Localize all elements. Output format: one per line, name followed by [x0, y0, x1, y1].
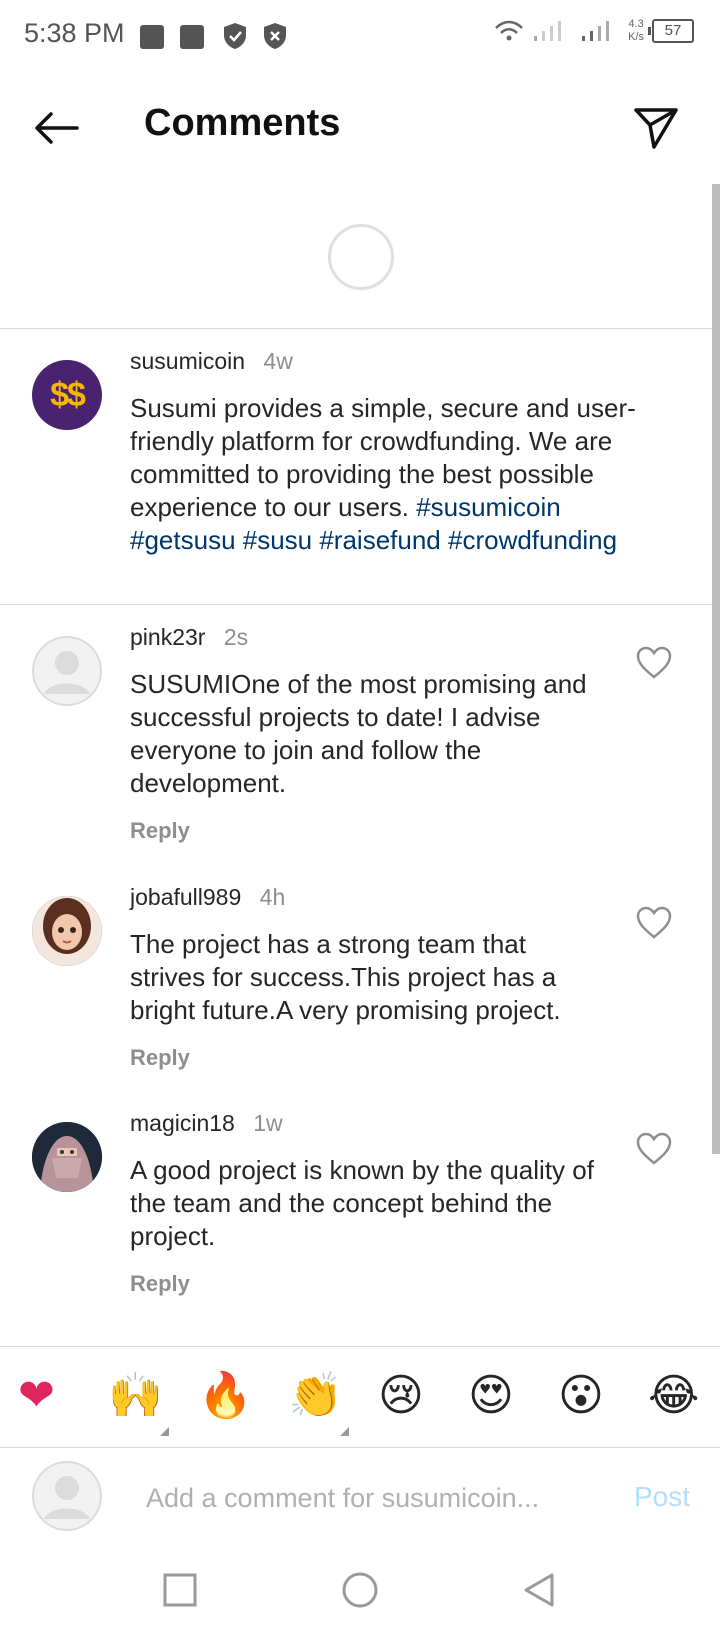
reply-button[interactable]: Reply	[130, 1271, 600, 1297]
comment-meta: jobafull989 4h	[130, 884, 600, 914]
post-button[interactable]: Post	[634, 1481, 690, 1513]
scrollbar[interactable]	[712, 184, 720, 1154]
notification-icon	[180, 25, 204, 49]
comment-composer: Post	[0, 1447, 720, 1547]
wifi-icon	[495, 20, 523, 41]
skin-tone-indicator-icon	[160, 1427, 169, 1436]
reply-button[interactable]: Reply	[130, 1045, 600, 1071]
username[interactable]: magicin18	[130, 1110, 235, 1136]
timestamp: 4h	[259, 884, 286, 910]
default-avatar-icon	[32, 636, 102, 706]
emoji-fire[interactable]: 🔥	[198, 1371, 253, 1421]
comment-body: pink23r 2s SUSUMIOne of the most promisi…	[130, 624, 600, 844]
timestamp: 4w	[263, 348, 293, 374]
network-speed: 4.3 K/s	[628, 18, 644, 44]
emoji-laughing[interactable]: 😂	[648, 1371, 699, 1421]
triangle-back-icon[interactable]	[520, 1570, 560, 1610]
emoji-clap[interactable]: 👏	[288, 1371, 343, 1421]
user-photo	[32, 896, 102, 966]
page-title: Comments	[144, 102, 341, 144]
emoji-crying[interactable]: 😢	[378, 1371, 424, 1421]
heart-outline-icon[interactable]	[636, 906, 672, 940]
timestamp: 2s	[223, 624, 249, 650]
signal-icon	[534, 21, 562, 41]
speed-value: 4.3	[628, 18, 644, 30]
avatar[interactable]: $$	[32, 360, 102, 430]
loading-spinner	[328, 224, 394, 290]
comment-meta: pink23r 2s	[130, 624, 600, 654]
heart-outline-icon[interactable]	[636, 1132, 672, 1166]
shield-x-icon	[264, 23, 286, 49]
caption-body: susumicoin 4w Susumi provides a simple, …	[130, 348, 650, 557]
system-nav-bar	[0, 1548, 720, 1640]
username[interactable]: jobafull989	[130, 884, 241, 910]
heart-outline-icon[interactable]	[636, 646, 672, 680]
status-bar: 5:38 PM 4.3 K/s 57	[0, 0, 720, 72]
arrow-left-icon	[35, 112, 79, 144]
default-avatar-icon	[32, 1461, 102, 1531]
username[interactable]: pink23r	[130, 624, 205, 650]
comment-body: magicin18 1w A good project is known by …	[130, 1110, 600, 1297]
username[interactable]: susumicoin	[130, 348, 245, 374]
comment-text: SUSUMIOne of the most promising and succ…	[130, 669, 587, 798]
comment-input[interactable]	[144, 1475, 588, 1521]
emoji-heart[interactable]: ❤	[18, 1371, 55, 1421]
emoji-bar: ❤ 🙌 🔥 👏 😢 😍 😮 😂	[0, 1346, 720, 1448]
avatar[interactable]	[32, 896, 102, 966]
timestamp: 1w	[253, 1110, 283, 1136]
circle-icon[interactable]	[340, 1570, 380, 1610]
speed-unit: K/s	[628, 31, 644, 43]
share-button[interactable]	[628, 100, 684, 156]
emoji-raised-hands[interactable]: 🙌	[108, 1371, 163, 1421]
paper-plane-icon	[634, 108, 678, 149]
emoji-surprised[interactable]: 😮	[558, 1371, 604, 1421]
signal-icon	[582, 21, 610, 41]
comment-meta: magicin18 1w	[130, 1110, 600, 1140]
avatar[interactable]	[32, 1122, 102, 1192]
back-button[interactable]	[28, 100, 84, 156]
divider	[0, 328, 712, 329]
status-time: 5:38 PM	[24, 18, 125, 48]
avatar[interactable]	[32, 636, 102, 706]
header: Comments	[0, 72, 720, 184]
square-icon[interactable]	[160, 1570, 200, 1610]
comment-text: A good project is known by the quality o…	[130, 1155, 594, 1251]
battery-icon: 57	[648, 19, 694, 43]
caption-meta: susumicoin 4w	[130, 348, 650, 378]
user-photo	[32, 1122, 102, 1192]
emoji-heart-eyes[interactable]: 😍	[468, 1371, 514, 1421]
status-right: 4.3 K/s 57	[494, 18, 694, 44]
divider	[0, 604, 712, 605]
notification-icon	[140, 25, 164, 49]
avatar-logo: $$	[50, 375, 86, 414]
my-avatar	[32, 1461, 102, 1531]
reply-button[interactable]: Reply	[130, 818, 600, 844]
comment-body: jobafull989 4h The project has a strong …	[130, 884, 600, 1071]
skin-tone-indicator-icon	[340, 1427, 349, 1436]
comment-text: The project has a strong team that striv…	[130, 929, 561, 1025]
caption-text: Susumi provides a simple, secure and use…	[130, 392, 650, 557]
shield-check-icon	[224, 23, 246, 49]
